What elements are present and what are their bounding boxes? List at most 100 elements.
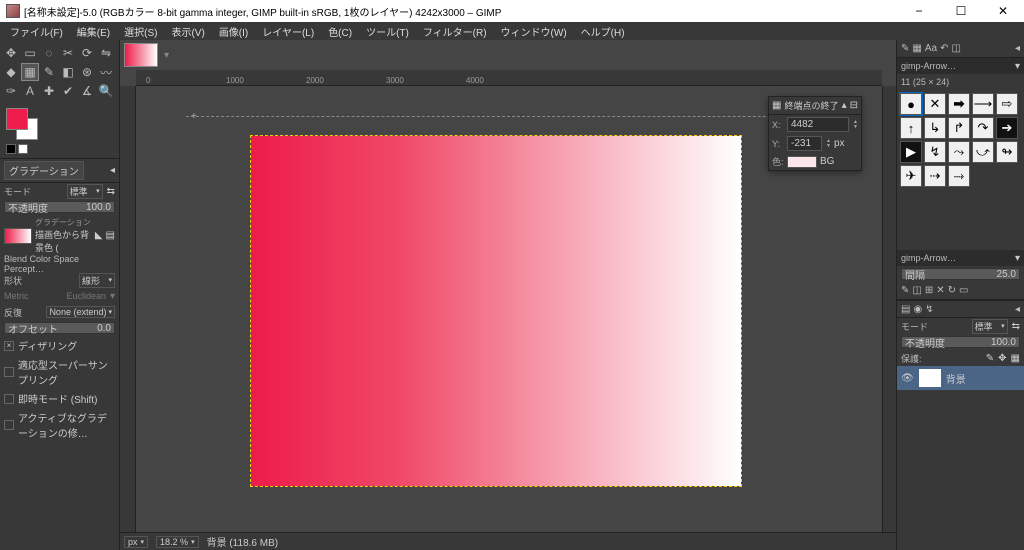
tool-healing[interactable]: ✚ xyxy=(40,82,58,100)
panel-menu-icon[interactable]: ◂ xyxy=(110,165,115,176)
tool-rotate[interactable]: ⟳ xyxy=(78,44,96,62)
close-button[interactable]: ✕ xyxy=(988,1,1018,21)
tool-gradient[interactable]: ▦ xyxy=(21,63,39,81)
minimize-button[interactable]: − xyxy=(904,1,934,21)
lock-alpha-icon[interactable]: ▦ xyxy=(1011,353,1020,364)
brush-item[interactable]: ⤻ xyxy=(972,141,994,163)
spacing-slider[interactable]: 間隔25.0 xyxy=(901,268,1020,280)
layer-opacity-slider[interactable]: 不透明度100.0 xyxy=(901,336,1020,348)
foreground-color[interactable] xyxy=(6,108,28,130)
brush-item[interactable]: ▶ xyxy=(900,141,922,163)
tool-crop[interactable]: ✂ xyxy=(59,44,77,62)
blend-space-label[interactable]: Blend Color Space Percept… xyxy=(4,254,115,274)
paths-tab-icon[interactable]: ↯ xyxy=(925,304,933,315)
guide-line[interactable] xyxy=(186,116,846,117)
history-tab-icon[interactable]: ↶ xyxy=(940,43,948,54)
brush-item[interactable]: ✈ xyxy=(900,165,922,187)
layers-tab-icon[interactable]: ▤ xyxy=(901,304,910,315)
instant-mode-checkbox[interactable]: 即時モード (Shift) xyxy=(0,389,119,408)
menu-layer[interactable]: レイヤー(L) xyxy=(256,22,320,41)
open-brush-icon[interactable]: ▭ xyxy=(959,285,968,296)
unit-dropdown[interactable]: px xyxy=(124,536,148,548)
fonts-tab-icon[interactable]: Aa xyxy=(925,43,937,54)
x-input[interactable]: 4482 xyxy=(787,117,849,132)
tool-bucket[interactable]: ◆ xyxy=(2,63,20,81)
brush-item[interactable]: ✕ xyxy=(924,93,946,115)
y-input[interactable]: -231 xyxy=(787,136,822,151)
default-colors-icon[interactable] xyxy=(6,144,16,154)
brush-item[interactable]: ⟶ xyxy=(972,93,994,115)
tool-measure[interactable]: ∡ xyxy=(78,82,96,100)
brushes-tab-icon[interactable]: ✎ xyxy=(901,43,909,54)
tool-zoom[interactable]: 🔍 xyxy=(97,82,115,100)
lock-pos-icon[interactable]: ✥ xyxy=(998,353,1006,364)
tool-path[interactable]: ✑ xyxy=(2,82,20,100)
menu-view[interactable]: 表示(V) xyxy=(165,22,210,41)
tool-pencil[interactable]: ✎ xyxy=(40,63,58,81)
active-gradient-checkbox[interactable]: アクティブなグラデーションの修… xyxy=(0,408,119,442)
swap-colors-icon[interactable] xyxy=(18,144,28,154)
tool-smudge[interactable]: 〰 xyxy=(97,63,115,81)
gradient-preview[interactable] xyxy=(4,228,32,244)
mode-dropdown[interactable]: 標準 xyxy=(67,184,103,199)
refresh-brush-icon[interactable]: ↻ xyxy=(948,285,956,296)
edit-brush-icon[interactable]: ✎ xyxy=(901,285,909,296)
dithering-checkbox[interactable]: ×ディザリング xyxy=(0,336,119,355)
shape-dropdown[interactable]: 線形 xyxy=(79,273,115,288)
ruler-horizontal[interactable]: 0 1000 2000 3000 4000 xyxy=(136,70,882,86)
tool-eraser[interactable]: ◧ xyxy=(59,63,77,81)
endpoint-panel[interactable]: ▦ 終端点の終了 ▴ ⊟ X: 4482 ▲▼ Y: -231 ▲▼ p xyxy=(768,96,862,171)
brush-item[interactable]: ⇢ xyxy=(924,165,946,187)
maximize-button[interactable]: ☐ xyxy=(946,1,976,21)
tool-move[interactable]: ✥ xyxy=(2,44,20,62)
channels-tab-icon[interactable]: ◉ xyxy=(913,304,922,315)
menu-color[interactable]: 色(C) xyxy=(322,22,358,41)
y-down[interactable]: ▼ xyxy=(826,144,831,149)
panel-detach-icon[interactable]: ▴ xyxy=(842,100,847,111)
bg-dropdown[interactable]: BG xyxy=(820,156,846,167)
tool-options-tab[interactable]: グラデーション xyxy=(4,161,84,180)
panel-close-icon[interactable]: ⊟ xyxy=(850,100,858,111)
del-brush-icon[interactable]: ✕ xyxy=(936,285,944,296)
close-tab-icon[interactable]: ▾ xyxy=(164,50,169,61)
images-tab-icon[interactable]: ◫ xyxy=(951,43,960,54)
dock-menu-icon[interactable]: ◂ xyxy=(1015,304,1020,315)
menu-select[interactable]: 選択(S) xyxy=(118,22,163,41)
reverse-gradient-icon[interactable]: ◣ xyxy=(95,230,103,241)
brush-name-field[interactable]: gimp-Arrow… xyxy=(901,253,1011,263)
mode-swap-icon[interactable]: ⇆ xyxy=(1012,321,1020,332)
image-tab[interactable] xyxy=(124,43,158,67)
visibility-toggle-icon[interactable]: 👁 xyxy=(901,373,914,384)
gradient-name[interactable]: 描画色から背景色 ( xyxy=(35,228,92,254)
brush-item[interactable]: ↯ xyxy=(924,141,946,163)
menu-filters[interactable]: フィルター(R) xyxy=(417,22,493,41)
gradient-edit-icon[interactable]: ▤ xyxy=(106,230,115,241)
opacity-slider[interactable]: 不透明度100.0 xyxy=(4,201,115,213)
layer-thumbnail[interactable] xyxy=(919,369,941,387)
tool-flip[interactable]: ⇋ xyxy=(97,44,115,62)
tool-colorpick[interactable]: ✔ xyxy=(59,82,77,100)
brush-selector[interactable]: gimp-Arrow… xyxy=(901,61,1011,71)
brush-item[interactable]: ↬ xyxy=(996,141,1018,163)
menu-tools[interactable]: ツール(T) xyxy=(360,22,415,41)
brush-item[interactable]: ● xyxy=(900,93,922,115)
tool-rect-select[interactable]: ▭ xyxy=(21,44,39,62)
patterns-tab-icon[interactable]: ▦ xyxy=(912,43,921,54)
lock-pixels-icon[interactable]: ✎ xyxy=(986,353,994,364)
color-swatches[interactable] xyxy=(6,108,113,154)
new-brush-icon[interactable]: ◫ xyxy=(912,285,921,296)
tool-text[interactable]: A xyxy=(21,82,39,100)
brush-item[interactable]: ↷ xyxy=(972,117,994,139)
dock-menu-icon[interactable]: ◂ xyxy=(1015,43,1020,54)
tool-free-select[interactable]: ◌ xyxy=(40,44,58,62)
mode-swap-icon[interactable]: ⇆ xyxy=(107,186,115,197)
brush-item[interactable]: ➡ xyxy=(948,93,970,115)
menu-image[interactable]: 画像(I) xyxy=(213,22,254,41)
layer-name[interactable]: 背景 xyxy=(946,371,966,386)
brush-item[interactable]: ↱ xyxy=(948,117,970,139)
canvas[interactable]: + ▦ 終端点の終了 ▴ ⊟ X: 4482 ▲▼ Y: xyxy=(136,86,882,536)
brush-item[interactable]: ➔ xyxy=(996,117,1018,139)
image-artboard[interactable] xyxy=(251,136,741,486)
scrollbar-vertical[interactable] xyxy=(882,86,896,536)
brush-item[interactable]: ⇨ xyxy=(996,93,1018,115)
